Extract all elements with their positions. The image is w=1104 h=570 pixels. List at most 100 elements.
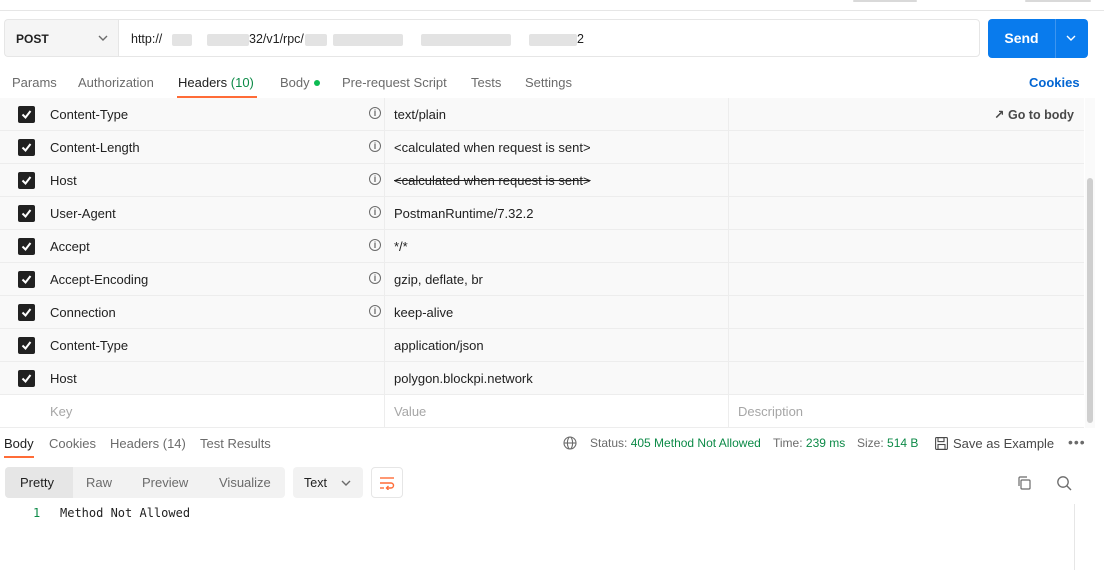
checkbox[interactable] [18, 370, 35, 387]
new-header-row: Key Value Description [0, 395, 1084, 428]
info-icon[interactable]: i [369, 239, 381, 251]
send-button[interactable]: Send [988, 19, 1088, 58]
header-value[interactable]: application/json [394, 338, 484, 353]
view-mode-selector: Pretty Raw Preview Visualize [5, 467, 285, 498]
checkbox[interactable] [18, 172, 35, 189]
tab-pre-request-script[interactable]: Pre-request Script [342, 75, 447, 90]
column-divider [728, 362, 729, 394]
header-value: <calculated when request is sent> [394, 173, 591, 188]
tab-headers-count: (10) [230, 75, 254, 90]
response-tab-test-results[interactable]: Test Results [200, 436, 271, 451]
table-row: Content-Length i <calculated when reques… [0, 131, 1084, 164]
column-divider [728, 98, 729, 130]
column-divider [384, 362, 385, 394]
value-input[interactable]: Value [394, 404, 426, 419]
response-size[interactable]: Size: 514 B [857, 436, 918, 450]
size-value: 514 B [887, 436, 919, 450]
column-divider [728, 263, 729, 295]
more-options-icon[interactable]: ••• [1068, 434, 1086, 450]
checkbox[interactable] [18, 139, 35, 156]
size-label: Size: [857, 436, 884, 450]
check-icon [21, 242, 32, 252]
view-visualize[interactable]: Visualize [219, 475, 271, 490]
save-as-example-button[interactable]: Save as Example [935, 436, 1054, 451]
tab-body[interactable]: Body [280, 75, 320, 90]
response-tab-body[interactable]: Body [4, 436, 34, 451]
response-status[interactable]: Status: 405 Method Not Allowed [590, 436, 761, 450]
response-body-text[interactable]: Method Not Allowed [60, 506, 190, 520]
checkbox[interactable] [18, 238, 35, 255]
header-key[interactable]: Content-Type [50, 338, 128, 353]
column-divider [728, 131, 729, 163]
response-tab-headers[interactable]: Headers (14) [110, 436, 186, 451]
check-icon [21, 209, 32, 219]
column-divider [384, 296, 385, 328]
info-icon[interactable]: i [369, 107, 381, 119]
go-to-body-label: Go to body [1007, 108, 1074, 122]
column-divider [384, 197, 385, 229]
status-value: 405 Method Not Allowed [630, 436, 761, 450]
check-icon [21, 176, 32, 186]
url-text-part: http:// [131, 32, 163, 46]
url-text-part: 32/v1/rpc/ [249, 32, 304, 46]
url-text-part: 2 [577, 32, 584, 46]
checkbox[interactable] [18, 304, 35, 321]
tab-settings[interactable]: Settings [525, 75, 572, 90]
view-raw[interactable]: Raw [86, 475, 112, 490]
url-input[interactable]: http:// 32/v1/rpc/ 2 [118, 19, 980, 57]
column-divider [728, 329, 729, 361]
info-icon[interactable]: i [369, 173, 381, 185]
header-value: gzip, deflate, br [394, 272, 483, 287]
header-key[interactable]: Host [50, 371, 77, 386]
tab-headers-label: Headers [178, 75, 228, 90]
send-label: Send [1004, 30, 1039, 46]
tab-authorization[interactable]: Authorization [78, 75, 154, 90]
go-to-body-link[interactable]: ↗ Go to body [994, 107, 1074, 122]
table-row: Host i <calculated when request is sent> [0, 164, 1084, 197]
checkbox[interactable] [18, 106, 35, 123]
tab-tests[interactable]: Tests [471, 75, 501, 90]
key-input[interactable]: Key [50, 404, 72, 419]
table-row: Host polygon.blockpi.network [0, 362, 1084, 395]
time-label: Time: [773, 436, 803, 450]
view-pretty[interactable]: Pretty [20, 475, 54, 490]
tab-body-label: Body [280, 75, 310, 90]
table-row: User-Agent i PostmanRuntime/7.32.2 [0, 197, 1084, 230]
header-key: Content-Type [50, 107, 129, 122]
checkbox[interactable] [18, 337, 35, 354]
info-icon[interactable]: i [369, 206, 381, 218]
tab-params[interactable]: Params [12, 75, 57, 90]
info-icon[interactable]: i [369, 305, 381, 317]
redacted-block [305, 34, 327, 46]
check-icon [21, 275, 32, 285]
scrollbar-thumb[interactable] [1087, 178, 1093, 423]
chevron-down-icon[interactable] [1066, 35, 1076, 41]
column-divider [728, 164, 729, 196]
copy-icon[interactable] [1016, 475, 1032, 491]
response-time[interactable]: Time: 239 ms [773, 436, 845, 450]
response-tab-cookies[interactable]: Cookies [49, 436, 96, 451]
format-select[interactable]: Text [293, 467, 363, 498]
description-input[interactable]: Description [738, 404, 803, 419]
checkbox[interactable] [18, 271, 35, 288]
search-icon[interactable] [1056, 475, 1072, 491]
status-label: Status: [590, 436, 628, 450]
column-divider [384, 230, 385, 262]
wrap-lines-button[interactable] [371, 467, 403, 498]
header-value: */* [394, 239, 408, 254]
save-as-example-label: Save as Example [953, 436, 1055, 451]
globe-icon[interactable] [563, 436, 577, 450]
checkbox[interactable] [18, 205, 35, 222]
method-select[interactable]: POST [4, 19, 118, 57]
header-key: Host [50, 173, 77, 188]
info-icon[interactable]: i [369, 140, 381, 152]
cookies-link[interactable]: Cookies [1029, 75, 1080, 90]
view-preview[interactable]: Preview [142, 475, 188, 490]
arrow-up-right-icon: ↗ [994, 108, 1005, 122]
body-indicator-dot [313, 80, 320, 86]
tab-headers[interactable]: Headers (10) [178, 75, 254, 90]
header-value[interactable]: polygon.blockpi.network [394, 371, 533, 386]
top-strip-pill [1025, 0, 1091, 2]
info-icon[interactable]: i [369, 272, 381, 284]
top-strip [0, 0, 1104, 11]
